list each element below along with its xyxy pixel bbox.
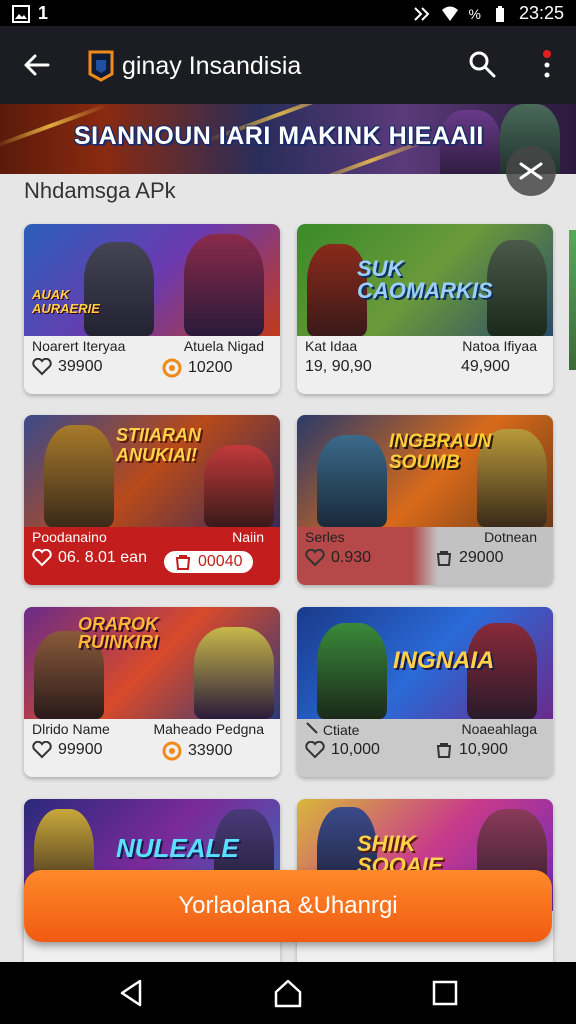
card-right-value: 33900 (188, 742, 233, 759)
promo-banner[interactable]: SIANNOUN IARI MAKINK HIEAAII (0, 104, 576, 174)
app-logo-icon (88, 50, 114, 82)
card-right-value: 10200 (188, 359, 233, 376)
card-left-value: 10,000 (331, 741, 380, 758)
game-art-title: SUK CAOMARKIS (357, 256, 493, 303)
status-time: 23:25 (518, 3, 564, 23)
card-left-value: 19, 90,90 (305, 358, 372, 375)
card-left-value: 39900 (58, 358, 103, 375)
game-art: SUK CAOMARKIS (297, 224, 553, 336)
game-art: STIIARAN ANUKIAI! (24, 415, 280, 527)
game-card[interactable]: ORAROK RUINKIRI Dlrido Name Maheado Pedg… (24, 607, 280, 777)
bag-icon (436, 743, 452, 758)
section-title: Nhdamsga APk (24, 178, 176, 203)
card-right-name: Naiin (232, 529, 264, 545)
nav-home-icon[interactable] (271, 976, 305, 1010)
card-right-name: Dotnean (484, 529, 537, 545)
install-button-label: Yorlaolana &Uhanrgi (178, 892, 398, 919)
back-arrow-icon[interactable] (20, 48, 54, 82)
close-icon (519, 162, 543, 180)
game-card[interactable]: STIIARAN ANUKIAI! Poodanaino Naiin 06. 8… (24, 415, 280, 585)
game-card[interactable]: INGNAIA Ctiate Noaeahlaga 10,000 10,900 (297, 607, 553, 777)
game-art-title: INGBRAUN SOUMB (389, 431, 492, 473)
banner-close-button[interactable] (506, 146, 556, 196)
next-page-peek (569, 230, 576, 370)
app-bar: ginay Insandisia (0, 26, 576, 104)
more-options-icon[interactable] (540, 48, 554, 82)
card-left-value: 99900 (58, 741, 103, 758)
card-left-name: Poodanaino (32, 529, 107, 545)
nfc-icon (413, 6, 429, 21)
gallery-notification-icon (12, 4, 30, 23)
install-button[interactable]: Yorlaolana &Uhanrgi (24, 870, 552, 942)
bag-icon (175, 555, 191, 570)
card-left-name: Dlrido Name (32, 721, 110, 737)
game-art-title: INGNAIA (393, 647, 495, 674)
game-card[interactable]: SUK CAOMARKIS Kat Idaa Natoa Ifiyaa 19, … (297, 224, 553, 394)
notification-count: 1 (38, 3, 49, 23)
card-right-name: Atuela Nigad (183, 338, 264, 354)
system-nav-bar (0, 962, 576, 1024)
game-art: ORAROK RUINKIRI (24, 607, 280, 719)
heart-icon[interactable] (305, 549, 325, 567)
card-left-name: Kat Idaa (305, 338, 358, 354)
card-left-name: Ctiate (322, 722, 360, 738)
card-left-value: 0.930 (331, 549, 372, 566)
heart-icon[interactable] (305, 741, 325, 759)
card-right-name: Noaeahlaga (461, 721, 537, 737)
card-right-name: Maheado Pedgna (153, 721, 264, 737)
tag-icon (306, 722, 318, 734)
game-art: AUAK AURAERIE (24, 224, 280, 336)
heart-icon[interactable] (32, 549, 52, 567)
nav-recents-icon[interactable] (428, 976, 462, 1010)
card-left-name: Noarert Iteryaa (32, 338, 126, 354)
nav-back-icon[interactable] (114, 976, 148, 1010)
game-art-title: ORAROK RUINKIRI (78, 614, 158, 652)
coin-icon (162, 741, 182, 761)
heart-icon[interactable] (32, 358, 52, 376)
game-art-title: AUAK AURAERIE (32, 287, 100, 316)
card-right-value: 10,900 (459, 741, 508, 758)
battery-icon (495, 5, 504, 22)
game-art-title: STIIARAN ANUKIAI! (116, 425, 201, 465)
wifi-icon (441, 6, 458, 21)
card-right-name: Natoa Ifiyaa (462, 338, 537, 354)
game-card[interactable]: INGBRAUN SOUMB Serles Dotnean 0.930 2900… (297, 415, 553, 585)
card-right-value: 29000 (459, 549, 504, 566)
banner-text: SIANNOUN IARI MAKINK HIEAAII (74, 122, 484, 150)
game-art: INGNAIA (297, 607, 553, 719)
card-right-value: 00040 (198, 553, 243, 570)
game-card[interactable]: AUAK AURAERIE Noarert Iteryaa Atuela Nig… (24, 224, 280, 394)
app-title: ginay Insandisia (122, 52, 302, 80)
battery-percent-label: % (468, 5, 481, 22)
heart-icon[interactable] (32, 741, 52, 759)
card-left-value: 06. 8.01 ean (58, 549, 147, 566)
card-right-value: 49,900 (461, 358, 510, 375)
card-left-name: Serles (305, 529, 345, 545)
game-art: INGBRAUN SOUMB (297, 415, 553, 527)
status-bar: 1 % 23:25 (0, 0, 576, 26)
search-icon[interactable] (468, 50, 496, 78)
coin-icon (162, 358, 182, 378)
game-art-title: NULEALE (116, 833, 239, 863)
bag-icon (436, 551, 452, 566)
